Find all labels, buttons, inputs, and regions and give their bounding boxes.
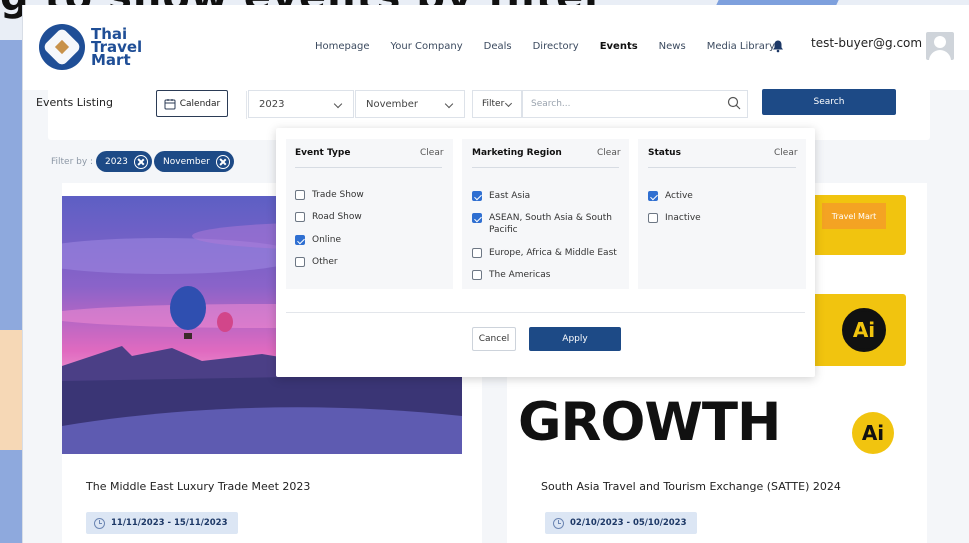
month-select[interactable]: November [355, 90, 465, 118]
region-east-asia[interactable]: East Asia [472, 190, 530, 202]
nav-directory[interactable]: Directory [533, 41, 579, 52]
nav-your-company[interactable]: Your Company [391, 41, 463, 52]
close-icon[interactable] [133, 154, 148, 169]
checkbox-icon[interactable] [295, 212, 305, 222]
logo-mark-icon [39, 24, 85, 70]
checkbox-icon[interactable] [472, 213, 482, 223]
region-americas[interactable]: The Americas [472, 269, 550, 281]
event-type-heading: Event Type [295, 148, 351, 158]
avatar-icon[interactable] [926, 32, 954, 60]
divider [295, 167, 442, 168]
toolbar-divider [246, 91, 247, 119]
clock-icon [553, 517, 564, 529]
bell-icon[interactable] [771, 39, 785, 53]
nav-homepage[interactable]: Homepage [315, 41, 370, 52]
option-label: Road Show [312, 212, 362, 222]
checkbox-icon[interactable] [295, 235, 305, 245]
search-button[interactable]: Search [762, 89, 896, 115]
events-listing-title: Events Listing [36, 96, 113, 109]
checkbox-icon[interactable] [472, 248, 482, 258]
option-label: Trade Show [312, 190, 364, 200]
option-label: Europe, Africa & Middle East [489, 248, 617, 258]
nav-media-library[interactable]: Media Library [707, 41, 775, 52]
checkbox-icon[interactable] [648, 191, 658, 201]
event-date-text: 02/10/2023 - 05/10/2023 [570, 518, 687, 528]
calendar-button[interactable]: Calendar [156, 90, 228, 117]
event-type-online[interactable]: Online [295, 234, 341, 246]
divider [286, 312, 805, 313]
option-label: The Americas [489, 270, 551, 280]
event-title[interactable]: South Asia Travel and Tourism Exchange (… [541, 480, 841, 493]
travel-mart-badge: Travel Mart [822, 203, 886, 229]
chevron-down-icon [333, 99, 343, 109]
region-asean[interactable]: ASEAN, South Asia & South Pacific [472, 212, 622, 236]
option-label: Inactive [665, 213, 701, 223]
event-type-clear[interactable]: Clear [420, 148, 444, 158]
nav-events[interactable]: Events [600, 41, 638, 52]
status-heading: Status [648, 148, 681, 158]
month-select-value: November [366, 98, 419, 110]
filter-dropdown-button[interactable]: Filter [472, 90, 522, 118]
year-select-value: 2023 [259, 98, 285, 110]
option-label: East Asia [489, 191, 531, 201]
filter-chip-label: 2023 [105, 156, 128, 167]
region-europe-africa[interactable]: Europe, Africa & Middle East [472, 247, 617, 259]
nav-news[interactable]: News [659, 41, 686, 52]
filter-by-label: Filter by : [51, 157, 94, 167]
option-label: ASEAN, South Asia & South Pacific [489, 213, 612, 235]
filter-chip-label: November [163, 156, 210, 167]
ai-logo-text: Ai [861, 421, 885, 445]
background-stripe-orange [0, 330, 22, 450]
chevron-down-icon [444, 99, 454, 109]
nav-deals[interactable]: Deals [484, 41, 512, 52]
status-clear[interactable]: Clear [774, 148, 798, 158]
search-input[interactable] [522, 90, 748, 118]
divider [472, 167, 619, 168]
status-inactive[interactable]: Inactive [648, 212, 701, 224]
filter-chip-month[interactable]: November [154, 151, 234, 172]
calendar-icon [164, 98, 176, 109]
filter-label: Filter [482, 99, 505, 109]
filter-chip-year[interactable]: 2023 [96, 151, 152, 172]
calendar-label: Calendar [179, 98, 221, 109]
option-label: Online [312, 235, 342, 245]
event-type-road-show[interactable]: Road Show [295, 211, 362, 223]
event-date: 11/11/2023 - 15/11/2023 [86, 512, 238, 534]
logo[interactable]: Thai Travel Mart [39, 24, 142, 70]
ai-logo-text: Ai [852, 318, 876, 342]
divider [648, 167, 796, 168]
marketing-region-heading: Marketing Region [472, 148, 562, 158]
checkbox-icon[interactable] [472, 270, 482, 280]
year-select[interactable]: 2023 [248, 90, 354, 118]
logo-text: Thai Travel Mart [91, 26, 142, 67]
checkbox-icon[interactable] [295, 257, 305, 267]
event-title[interactable]: The Middle East Luxury Trade Meet 2023 [86, 480, 310, 493]
filter-dropdown-panel: Event Type Clear Trade Show Road Show On… [276, 128, 815, 377]
event-type-trade-show[interactable]: Trade Show [295, 189, 364, 201]
cancel-button[interactable]: Cancel [472, 327, 516, 351]
apply-button[interactable]: Apply [529, 327, 621, 351]
event-date: 02/10/2023 - 05/10/2023 [545, 512, 697, 534]
clock-icon [94, 517, 105, 529]
event-date-text: 11/11/2023 - 15/11/2023 [111, 518, 228, 528]
background-stripe-left [0, 40, 22, 543]
ai-logo-icon: Ai [852, 412, 894, 454]
event-type-other[interactable]: Other [295, 256, 338, 268]
top-header: Thai Travel Mart Homepage Your Company D… [23, 5, 969, 90]
option-label: Other [312, 257, 338, 267]
marketing-region-clear[interactable]: Clear [597, 148, 621, 158]
option-label: Active [665, 191, 693, 201]
growth-image-text: GROWTH [518, 392, 781, 453]
ai-logo-icon: Ai [842, 308, 886, 352]
checkbox-icon[interactable] [295, 190, 305, 200]
search-icon[interactable] [727, 96, 741, 110]
status-active[interactable]: Active [648, 190, 693, 202]
main-nav: Homepage Your Company Deals Directory Ev… [315, 41, 796, 52]
chevron-down-icon [504, 99, 513, 108]
user-email[interactable]: test-buyer@g.com [811, 36, 922, 50]
close-icon[interactable] [215, 154, 230, 169]
checkbox-icon[interactable] [472, 191, 482, 201]
checkbox-icon[interactable] [648, 213, 658, 223]
